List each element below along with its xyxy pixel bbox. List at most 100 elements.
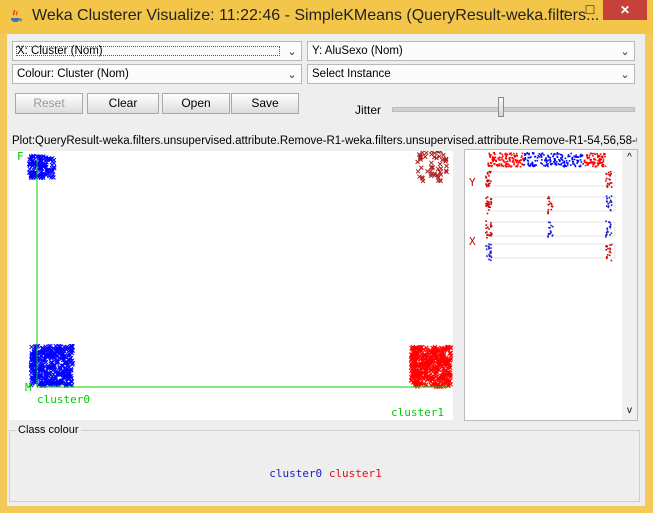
attr-top-blue-mark <box>549 156 552 159</box>
attr-top-red-mark <box>510 165 512 168</box>
attribute-panel[interactable]: Y X ^ v <box>464 149 638 421</box>
attr-top-red-mark <box>511 161 514 163</box>
attr-row-mark <box>547 197 549 200</box>
attr-top-red-mark <box>502 155 504 158</box>
attr-top-blue-mark <box>576 156 579 158</box>
legend-cluster0[interactable]: cluster0 <box>269 467 322 480</box>
attr-top-blue-mark <box>560 154 563 156</box>
jitter-label: Jitter <box>355 103 382 117</box>
attr-row-mark <box>606 184 608 187</box>
attr-top-blue-mark <box>573 158 576 161</box>
attribute-scrollbar[interactable]: ^ v <box>622 150 637 420</box>
attr-top-blue-mark <box>555 161 558 163</box>
attr-top-red-mark <box>583 160 586 163</box>
attr-top-red-mark <box>602 165 604 168</box>
attr-row-mark <box>607 247 609 250</box>
attr-top-red-mark <box>505 156 507 158</box>
cluster1-female-mark <box>420 178 426 184</box>
attr-row-mark <box>605 220 607 223</box>
attr-row-mark <box>606 227 609 230</box>
attr-top-red-mark <box>597 154 599 157</box>
legend-cluster1[interactable]: cluster1 <box>329 467 382 480</box>
colour-select[interactable]: Colour: Cluster (Nom) ⌄ <box>12 64 302 84</box>
attribute-bars[interactable]: Y X <box>465 150 622 420</box>
x-marker: X <box>469 235 476 248</box>
attr-top-red-mark <box>504 152 507 155</box>
attr-top-blue-mark <box>524 158 527 160</box>
attr-row-mark <box>606 182 609 185</box>
y-axis-select[interactable]: Y: AluSexo (Nom) ⌄ <box>307 41 635 61</box>
attr-row-mark <box>607 202 610 205</box>
attr-top-red-mark <box>592 165 594 168</box>
attr-row-mark <box>610 243 613 246</box>
attr-top-red-mark <box>514 154 517 157</box>
attr-top-red-mark <box>510 152 512 154</box>
scroll-down-icon[interactable]: v <box>622 405 637 416</box>
attr-row-mark <box>485 175 487 178</box>
attr-top-red-mark <box>506 153 509 156</box>
attr-row-mark <box>548 221 550 224</box>
attr-top-blue-mark <box>547 163 549 165</box>
cluster1-female-mark <box>441 152 446 158</box>
attr-top-blue-mark <box>575 154 577 157</box>
attr-row-mark <box>489 206 491 208</box>
scatter-plot[interactable]: F M cluster0 cluster1 <box>9 151 453 420</box>
attr-top-red-mark <box>509 160 511 162</box>
clear-button[interactable]: Clear <box>87 93 159 114</box>
attr-row-mark <box>490 203 493 205</box>
attr-top-blue-mark <box>570 152 573 155</box>
attr-row-mark <box>610 201 613 204</box>
attr-top-blue-mark <box>531 161 534 164</box>
attr-top-red-mark <box>498 156 501 159</box>
attr-top-red-mark <box>515 161 518 164</box>
attr-top-red-mark <box>604 165 607 168</box>
attr-row-mark <box>551 225 554 228</box>
attr-row-mark <box>488 175 490 177</box>
attr-top-blue-mark <box>536 159 539 162</box>
attr-top-red-mark <box>493 156 496 159</box>
attr-row-mark <box>488 243 490 245</box>
jitter-slider-track[interactable] <box>392 107 635 112</box>
maximize-button[interactable]: ☐ <box>577 0 603 20</box>
x-axis-select[interactable]: X: Cluster (Nom) ⌄ <box>12 41 302 61</box>
reset-button[interactable]: Reset <box>15 93 83 114</box>
chevron-down-icon: ⌄ <box>287 45 297 58</box>
attr-row-mark <box>488 253 490 256</box>
attr-row-box[interactable] <box>486 171 616 187</box>
attr-top-blue-mark <box>527 156 530 159</box>
scroll-up-icon[interactable]: ^ <box>622 152 637 163</box>
attr-top-red-mark <box>583 159 586 162</box>
attr-row-box[interactable] <box>486 243 616 259</box>
attr-top-blue-mark <box>579 155 582 157</box>
attr-top-blue-mark <box>547 159 549 162</box>
attr-top-blue-mark <box>540 162 542 164</box>
attr-top-red-mark <box>498 159 501 161</box>
select-instance-select[interactable]: Select Instance ⌄ <box>307 64 635 84</box>
attr-row-mark <box>609 182 612 184</box>
jitter-slider-knob[interactable] <box>498 97 504 117</box>
attr-row-mark <box>488 246 490 249</box>
attr-row-mark <box>606 233 608 236</box>
attr-row-mark <box>485 224 487 226</box>
attr-row-mark <box>547 212 549 215</box>
save-button[interactable]: Save <box>231 93 299 114</box>
chevron-down-icon: ⌄ <box>287 68 297 81</box>
attr-top-blue-mark <box>574 164 576 167</box>
attr-top-blue-mark <box>538 153 541 155</box>
attr-row-mark <box>490 243 492 246</box>
attr-top-red-mark <box>593 163 595 166</box>
title-bar[interactable]: Weka Clusterer Visualize: 11:22:46 - Sim… <box>0 0 653 34</box>
select-instance-value: Select Instance <box>312 68 391 80</box>
attr-row-mark <box>549 202 552 204</box>
attr-top-red-mark <box>520 156 523 159</box>
attr-top-red-mark <box>592 155 594 157</box>
open-button[interactable]: Open <box>162 93 230 114</box>
x-axis-value: X: Cluster (Nom) <box>15 45 281 57</box>
attr-top-blue-mark <box>545 158 547 161</box>
minimize-button[interactable]: – <box>551 0 577 20</box>
close-button[interactable]: ✕ <box>603 0 647 20</box>
attr-top-blue-mark <box>553 153 555 156</box>
attr-row-mark <box>606 197 608 200</box>
attr-top-blue-mark <box>557 163 560 165</box>
attr-top-red-mark <box>498 164 501 167</box>
